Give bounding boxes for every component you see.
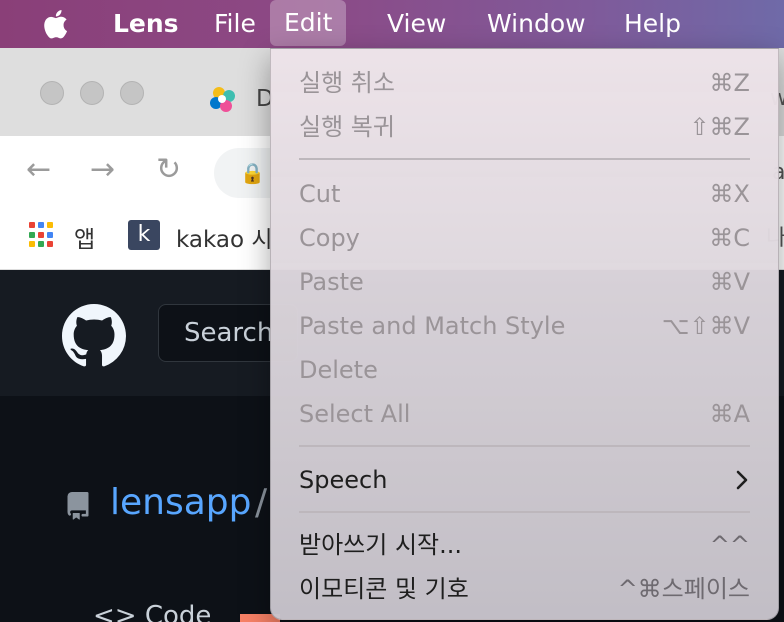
zoom-window-button[interactable]	[120, 81, 144, 105]
menubar-app-name[interactable]: Lens	[113, 0, 179, 48]
menu-item-label: Select All	[299, 400, 411, 428]
menu-item-label: 이모티콘 및 기호	[299, 575, 469, 603]
menu-item-copy[interactable]: Copy ⌘C	[299, 218, 750, 258]
close-window-button[interactable]	[40, 81, 64, 105]
menu-item-shortcut: ⌘A	[709, 400, 750, 428]
menu-item-speech[interactable]: Speech	[299, 460, 750, 500]
bookmark-apps[interactable]: 앱	[74, 220, 95, 254]
menubar-edit[interactable]: Edit	[270, 0, 347, 46]
minimize-window-button[interactable]	[80, 81, 104, 105]
menu-separator	[299, 511, 750, 513]
menu-item-select-all[interactable]: Select All ⌘A	[299, 394, 750, 434]
menu-item-label: Copy	[299, 224, 360, 252]
menu-item-shortcut: ⇧⌘Z	[689, 113, 750, 141]
menu-item-shortcut: ⌥⇧⌘V	[661, 312, 750, 340]
menu-item-delete[interactable]: Delete	[299, 350, 750, 390]
menu-item-label: Paste	[299, 268, 364, 296]
menu-item-undo[interactable]: 실행 취소 ⌘Z	[299, 63, 750, 103]
menu-item-shortcut: ^⌘스페이스	[617, 575, 750, 603]
menu-item-shortcut: ⌘Z	[709, 69, 750, 97]
code-icon: <>	[93, 601, 137, 622]
menu-item-label: 받아쓰기 시작...	[299, 531, 462, 559]
menu-item-paste-match-style[interactable]: Paste and Match Style ⌥⇧⌘V	[299, 306, 750, 346]
menu-item-label: Speech	[299, 466, 388, 494]
chevron-right-icon	[736, 470, 748, 490]
menubar-window[interactable]: Window	[487, 0, 586, 48]
apps-grid-icon[interactable]	[29, 222, 55, 248]
github-logo-icon[interactable]	[62, 304, 126, 368]
repo-icon	[67, 492, 89, 520]
menubar-file[interactable]: File	[214, 0, 256, 48]
edit-menu-dropdown: 실행 취소 ⌘Z 실행 복귀 ⇧⌘Z Cut ⌘X Copy ⌘C Paste …	[270, 48, 779, 620]
menu-item-shortcut: ⌘V	[709, 268, 750, 296]
forward-arrow-icon[interactable]: →	[90, 152, 115, 187]
menu-item-emoji-symbols[interactable]: 이모티콘 및 기호 ^⌘스페이스	[299, 569, 750, 609]
menubar: Lens File Edit View Window Help	[0, 0, 784, 48]
menu-separator	[299, 445, 750, 447]
menu-item-shortcut: ⌘C	[709, 224, 750, 252]
tab-code-label: Code	[144, 601, 212, 622]
menu-item-paste[interactable]: Paste ⌘V	[299, 262, 750, 302]
lock-icon: 🔒	[240, 161, 265, 185]
repo-path-separator: /	[255, 482, 268, 523]
reload-icon[interactable]: ↻	[156, 152, 181, 187]
menu-item-start-dictation[interactable]: 받아쓰기 시작... ^^	[299, 525, 750, 565]
tab-code[interactable]: <> Code	[93, 601, 211, 622]
kakao-icon: k	[128, 220, 160, 250]
apple-logo-icon[interactable]	[40, 8, 70, 40]
menu-item-label: 실행 취소	[299, 69, 395, 97]
menu-item-shortcut: ⌘X	[709, 180, 750, 208]
repo-owner-link[interactable]: lensapp	[110, 482, 252, 523]
menu-item-label: Cut	[299, 180, 341, 208]
menubar-help[interactable]: Help	[624, 0, 681, 48]
menu-item-label: Delete	[299, 356, 378, 384]
menu-item-cut[interactable]: Cut ⌘X	[299, 174, 750, 214]
menu-item-shortcut: ^^	[709, 531, 750, 559]
tab-favicon-icon	[210, 87, 235, 112]
menubar-view[interactable]: View	[387, 0, 446, 48]
bookmark-kakao[interactable]: kakao 시	[176, 220, 273, 254]
menu-separator	[299, 158, 750, 160]
back-arrow-icon[interactable]: ←	[26, 152, 51, 187]
menu-item-label: Paste and Match Style	[299, 312, 566, 340]
menu-item-label: 실행 복귀	[299, 113, 395, 141]
github-search-label: Search	[184, 318, 274, 348]
menu-item-redo[interactable]: 실행 복귀 ⇧⌘Z	[299, 107, 750, 147]
